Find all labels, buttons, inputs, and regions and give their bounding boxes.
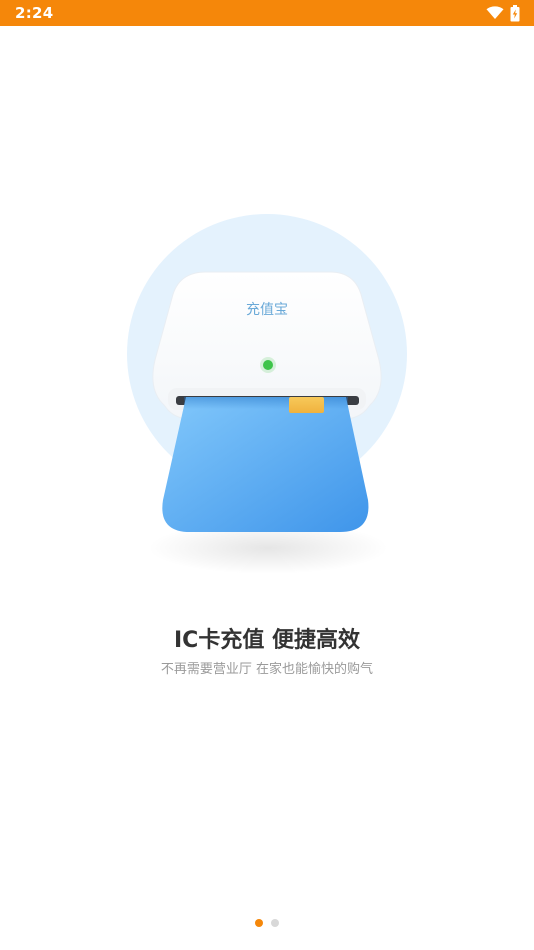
status-led — [263, 360, 273, 370]
onboarding-title: IC卡充值 便捷高效 — [174, 628, 360, 653]
ic-card — [162, 397, 369, 532]
card-chip — [289, 397, 324, 413]
page-indicator-dot-active[interactable] — [255, 919, 263, 927]
device-label: 充值宝 — [246, 302, 288, 318]
card-reader-illustration: 充值宝 — [127, 214, 407, 574]
page-indicator — [0, 919, 534, 927]
page-indicator-dot[interactable] — [271, 919, 279, 927]
onboarding-subtitle: 不再需要营业厅 在家也能愉快的购气 — [160, 662, 374, 677]
